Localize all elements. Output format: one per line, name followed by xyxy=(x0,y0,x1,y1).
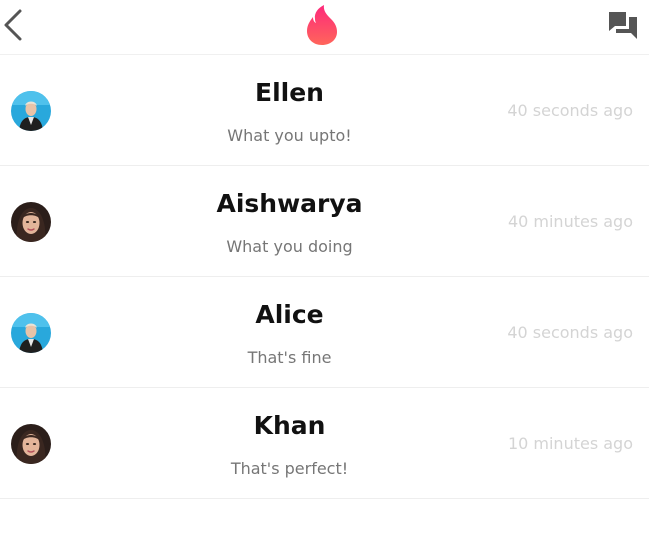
conversation-list: Ellen What you upto! 40 seconds ago Aish… xyxy=(0,55,649,499)
chevron-left-icon xyxy=(4,9,22,41)
chat-bubbles-icon xyxy=(609,12,637,39)
back-button[interactable] xyxy=(0,6,30,44)
contact-name: Aishwarya xyxy=(216,189,363,218)
contact-name: Khan xyxy=(253,411,326,440)
timestamp: 40 seconds ago xyxy=(507,323,633,342)
conversation-row[interactable]: Alice That's fine 40 seconds ago xyxy=(0,277,649,388)
message-preview: What you upto! xyxy=(227,126,352,145)
timestamp: 40 minutes ago xyxy=(507,212,633,231)
message-preview: That's perfect! xyxy=(230,459,349,478)
conversation-row[interactable]: Ellen What you upto! 40 seconds ago xyxy=(0,55,649,166)
app-header xyxy=(0,0,649,55)
conversation-row[interactable]: Aishwarya What you doing 40 minutes ago xyxy=(0,166,649,277)
contact-name: Ellen xyxy=(255,78,324,107)
timestamp: 10 minutes ago xyxy=(507,434,633,453)
message-preview: That's fine xyxy=(247,348,332,367)
contact-name: Alice xyxy=(255,300,324,329)
messages-button[interactable] xyxy=(606,9,640,43)
message-preview: What you doing xyxy=(226,237,353,256)
conversation-row[interactable]: Khan That's perfect! 10 minutes ago xyxy=(0,388,649,499)
flame-icon xyxy=(307,5,337,45)
timestamp: 40 seconds ago xyxy=(507,101,633,120)
tinder-logo[interactable] xyxy=(304,4,340,46)
